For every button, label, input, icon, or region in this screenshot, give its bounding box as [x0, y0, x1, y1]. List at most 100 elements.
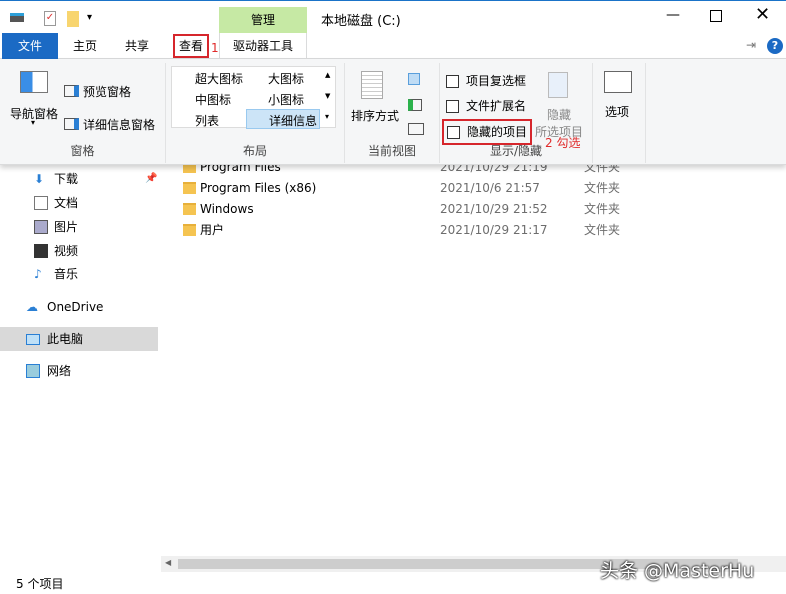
- group-current-view: 排序方式 当前视图: [345, 63, 440, 163]
- sidebar-item-label: 音乐: [54, 267, 79, 281]
- tab-share[interactable]: 共享: [112, 33, 162, 59]
- file-row[interactable]: 用户 2021/10/29 21:17 文件夹: [161, 220, 761, 241]
- drive-icon: [10, 13, 24, 22]
- group-layout: 超大图标 大图标 中图标 小图标 列表 详细信息 ▲ ▼ ▾ 布局: [166, 63, 345, 163]
- file-date: 2021/10/29 21:52: [440, 202, 548, 216]
- checkbox[interactable]: [446, 100, 459, 113]
- maximize-button[interactable]: [710, 10, 722, 22]
- tab-drive-tools[interactable]: 驱动器工具: [219, 33, 307, 59]
- sidebar-item-label: 图片: [54, 220, 79, 234]
- gallery-scroll-up[interactable]: ▲: [325, 71, 330, 79]
- properties-icon[interactable]: ✓: [44, 11, 56, 26]
- file-name: 用户: [200, 223, 225, 237]
- details-pane-button[interactable]: 详细信息窗格: [83, 116, 155, 133]
- options-icon: [604, 71, 632, 93]
- context-tab-manage: 管理: [219, 7, 307, 34]
- file-name: Program Files (x86): [200, 181, 317, 195]
- size-columns-button[interactable]: [408, 123, 424, 135]
- checkbox[interactable]: [447, 126, 460, 139]
- computer-icon: [26, 334, 40, 345]
- navigation-pane: ⬇ 下载 📌 文档 图片 视频 ♪ 音乐 ☁ OneDrive 此电脑 网络: [0, 165, 160, 570]
- file-date: 2021/10/29 21:17: [440, 223, 548, 237]
- hide-selected-icon: [548, 72, 568, 98]
- group-show-hide: 项目复选框 文件扩展名 隐藏的项目 隐藏 所选项目 2 勾选 显示/隐藏: [440, 63, 593, 163]
- status-text: 5 个项目: [16, 577, 64, 591]
- music-icon: ♪: [34, 267, 42, 281]
- watermark: 头条 @MasterHu: [600, 560, 755, 582]
- cloud-icon: ☁: [26, 300, 38, 314]
- step1-annotation: 1: [211, 41, 219, 55]
- pin-icon[interactable]: 📌: [145, 167, 157, 191]
- help-icon[interactable]: ?: [767, 38, 783, 54]
- sidebar-item-videos[interactable]: 视频: [0, 239, 158, 263]
- group-by-button[interactable]: [408, 73, 420, 85]
- title-bar: ✓ ▾ 管理 本地磁盘 (C:) — ✕: [0, 0, 786, 34]
- customize-toolbar-icon[interactable]: ▾: [87, 12, 92, 23]
- hide-selected-button[interactable]: 隐藏: [547, 106, 571, 123]
- layout-list[interactable]: 列表: [195, 112, 219, 129]
- ribbon-tabs: 文件 主页 共享 查看 1 驱动器工具 ⇥ ?: [0, 33, 786, 59]
- options-button[interactable]: 选项: [605, 103, 629, 120]
- sidebar-item-label: 下载: [54, 172, 79, 186]
- picture-icon: [34, 220, 48, 234]
- sidebar-item-documents[interactable]: 文档: [0, 191, 158, 215]
- details-pane-icon: [64, 118, 79, 130]
- checkbox-label: 隐藏的项目: [467, 125, 528, 139]
- new-folder-icon[interactable]: [67, 11, 79, 27]
- gallery-scroll-down[interactable]: ▼: [325, 92, 330, 100]
- preview-pane-icon: [64, 85, 79, 97]
- minimize-button[interactable]: —: [658, 7, 688, 23]
- item-checkboxes-toggle[interactable]: 项目复选框: [446, 72, 526, 89]
- file-type: 文件夹: [584, 202, 621, 216]
- checkbox[interactable]: [446, 75, 459, 88]
- group-options: 选项: [593, 63, 646, 163]
- close-button[interactable]: ✕: [755, 4, 770, 25]
- add-columns-button[interactable]: [408, 99, 422, 111]
- preview-pane-button[interactable]: 预览窗格: [83, 83, 131, 100]
- navigation-pane-icon: [20, 71, 48, 93]
- download-icon: ⬇: [34, 172, 45, 186]
- document-icon: [34, 196, 48, 210]
- layout-medium-icons[interactable]: 中图标: [195, 91, 231, 108]
- layout-details[interactable]: 详细信息: [246, 109, 320, 129]
- file-row[interactable]: Windows 2021/10/29 21:52 文件夹: [161, 199, 761, 220]
- tab-file[interactable]: 文件: [2, 33, 58, 59]
- network-icon: [26, 364, 40, 378]
- file-name: Windows: [200, 202, 254, 216]
- sidebar-item-label: 此电脑: [47, 332, 84, 346]
- sidebar-item-pictures[interactable]: 图片: [0, 215, 158, 239]
- layout-extra-large-icons[interactable]: 超大图标: [195, 70, 243, 87]
- group-label-layout: 布局: [242, 144, 267, 158]
- sidebar-item-label: 文档: [54, 196, 79, 210]
- sidebar-item-music[interactable]: ♪ 音乐: [0, 262, 158, 286]
- checkbox-label: 文件扩展名: [466, 99, 527, 113]
- sidebar-item-downloads[interactable]: ⬇ 下载 📌: [0, 167, 158, 191]
- sidebar-item-this-pc[interactable]: 此电脑: [0, 327, 158, 351]
- dropdown-arrow-icon: ▾: [31, 118, 36, 127]
- sidebar-item-onedrive[interactable]: ☁ OneDrive: [0, 295, 158, 319]
- ribbon: 导航窗格 ▾ 预览窗格 详细信息窗格 窗格 超大图标 大图标 中图标 小图标 列…: [0, 59, 786, 165]
- pin-ribbon-icon[interactable]: ⇥: [746, 38, 756, 52]
- sidebar-item-label: OneDrive: [47, 300, 104, 314]
- file-extensions-toggle[interactable]: 文件扩展名: [446, 97, 526, 114]
- gallery-expand[interactable]: ▾: [325, 112, 329, 121]
- folder-icon: [183, 203, 196, 215]
- layout-large-icons[interactable]: 大图标: [268, 70, 304, 87]
- scroll-left-arrow[interactable]: ◀: [165, 558, 171, 567]
- checkbox-label: 项目复选框: [466, 74, 527, 88]
- sidebar-item-network[interactable]: 网络: [0, 359, 158, 383]
- sort-by-button[interactable]: 排序方式: [351, 107, 399, 124]
- video-icon: [34, 244, 48, 258]
- file-date: 2021/10/6 21:57: [440, 181, 540, 195]
- tab-home[interactable]: 主页: [60, 33, 110, 59]
- layout-small-icons[interactable]: 小图标: [268, 91, 304, 108]
- window-title: 本地磁盘 (C:): [321, 14, 401, 29]
- folder-icon: [183, 182, 196, 194]
- file-type: 文件夹: [584, 181, 621, 195]
- group-panes: 导航窗格 ▾ 预览窗格 详细信息窗格 窗格: [0, 63, 166, 163]
- file-row[interactable]: Program Files (x86) 2021/10/6 21:57 文件夹: [161, 178, 761, 199]
- sidebar-item-label: 网络: [47, 364, 72, 378]
- tab-view[interactable]: 查看: [173, 34, 209, 58]
- sidebar-item-label: 视频: [54, 244, 79, 258]
- file-type: 文件夹: [584, 223, 621, 237]
